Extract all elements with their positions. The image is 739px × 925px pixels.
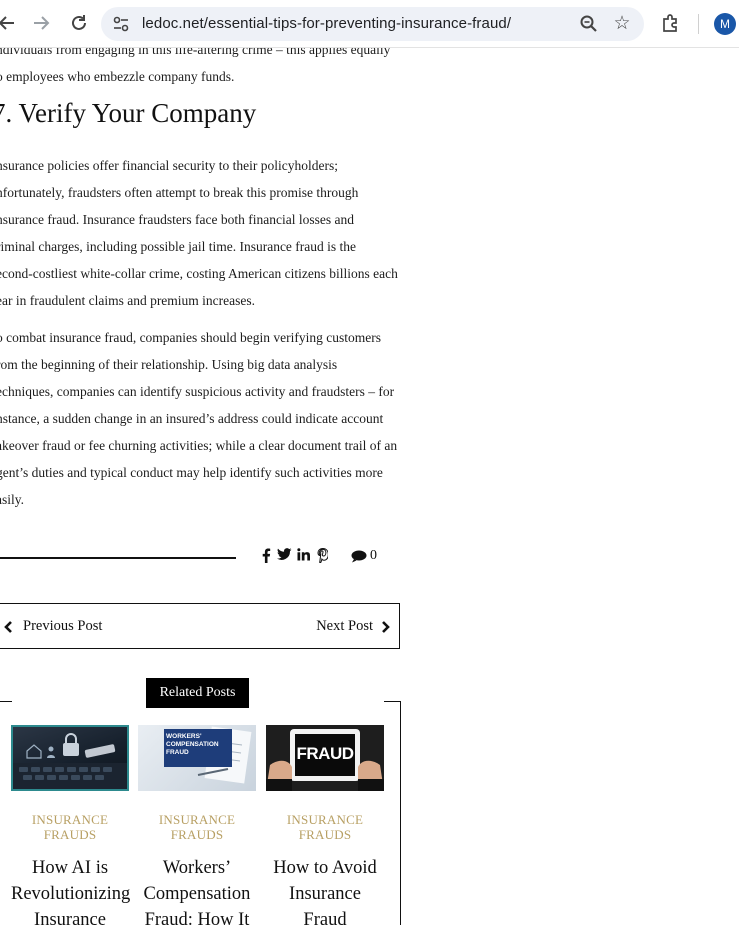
related-post-thumbnail[interactable]: WORKERS' COMPENSATION FRAUD	[138, 725, 256, 791]
article-text-line: echniques, companies can identify suspic…	[0, 384, 395, 399]
category-line: FRAUDS	[170, 827, 224, 842]
bookmark-star-icon[interactable]: ☆	[611, 13, 633, 35]
section-heading: 7. Verify Your Company	[0, 98, 257, 128]
reload-icon[interactable]	[66, 10, 92, 36]
title-line: Revolutionizing	[11, 884, 131, 904]
related-post-thumbnail[interactable]: FRAUD	[266, 725, 384, 791]
related-post-card[interactable]: WORKERS' COMPENSATION FRAUD INSURANCE FR…	[138, 725, 256, 925]
url-text[interactable]: ledoc.net/essential-tips-for-preventing-…	[142, 15, 511, 32]
article-text-line: nfortunately, fraudsters often attempt t…	[0, 185, 359, 200]
comment-icon	[351, 550, 367, 562]
thumb-caption: FRAUD	[296, 744, 355, 763]
article-text-line: econd-costliest white-collar crime, cost…	[0, 266, 398, 281]
article-text-line: gent’s duties and typical conduct may he…	[0, 465, 383, 480]
previous-post-link[interactable]: Previous Post	[3, 618, 102, 635]
related-post-thumbnail[interactable]	[11, 725, 129, 791]
next-post-link[interactable]: Next Post	[316, 618, 391, 635]
forward-arrow-icon[interactable]	[28, 10, 54, 36]
thumb-caption: COMPENSATION	[166, 741, 219, 748]
related-post-title[interactable]: How to Avoid Insurance Fraud	[266, 855, 384, 925]
back-arrow-icon[interactable]	[0, 10, 20, 36]
related-post-title[interactable]: How AI is Revolutionizing Insurance	[11, 855, 131, 925]
article-text-line: ear in fraudulent claims and premium inc…	[0, 293, 256, 308]
category-line: INSURANCE	[286, 812, 364, 827]
article-text-line: nstance, a sudden change in an insured’s…	[0, 411, 384, 426]
title-line: Insurance	[289, 884, 361, 904]
comment-count[interactable]: 0	[351, 548, 377, 564]
title-line: Insurance	[34, 910, 106, 925]
site-info-icon[interactable]	[111, 14, 131, 34]
article-text-line: rom the beginning of their relationship.…	[0, 357, 338, 372]
title-line: Compensation	[143, 884, 251, 904]
comment-count-value: 0	[370, 548, 377, 563]
article-text-line: nsurance fraud. Insurance fraudsters fac…	[0, 212, 354, 227]
chevron-right-icon	[382, 620, 390, 633]
related-post-category[interactable]: INSURANCE FRAUDS	[138, 812, 256, 842]
category-line: INSURANCE	[158, 812, 236, 827]
twitter-icon[interactable]	[277, 548, 292, 561]
profile-avatar[interactable]: M	[714, 13, 736, 35]
toolbar-divider	[698, 14, 699, 34]
related-post-card[interactable]: INSURANCE FRAUDS How AI is Revolutionizi…	[11, 725, 131, 925]
title-line: Fraud: How It	[144, 910, 250, 925]
article-text-line: nsurance policies offer financial securi…	[0, 158, 339, 173]
article-text-line: riminal charges, including possible jail…	[0, 239, 357, 254]
pinterest-icon[interactable]	[317, 548, 328, 563]
thumb-caption: WORKERS'	[166, 733, 202, 740]
related-post-title[interactable]: Workers’ Compensation Fraud: How It	[138, 855, 256, 925]
chevron-left-icon	[4, 620, 12, 633]
thumb-caption: FRAUD	[166, 749, 189, 756]
title-line: Workers’	[162, 858, 232, 878]
article-text-line: asily.	[0, 492, 24, 507]
previous-post-label: Previous Post	[23, 618, 103, 634]
browser-toolbar: ledoc.net/essential-tips-for-preventing-…	[0, 0, 739, 48]
address-bar[interactable]: ledoc.net/essential-tips-for-preventing-…	[101, 7, 644, 41]
article-text-line: o employees who embezzle company funds.	[0, 69, 235, 84]
next-post-label: Next Post	[316, 618, 373, 634]
title-line: How AI is	[31, 858, 109, 878]
category-line: FRAUDS	[43, 827, 97, 842]
related-post-card[interactable]: FRAUD INSURANCE FRAUDS How to Avoid Insu…	[266, 725, 384, 925]
facebook-icon[interactable]	[261, 548, 271, 563]
post-navigation: Previous Post Next Post	[0, 603, 400, 649]
category-line: INSURANCE	[31, 812, 109, 827]
extensions-icon[interactable]	[660, 13, 682, 35]
zoom-icon[interactable]	[579, 14, 599, 34]
category-line: FRAUDS	[298, 827, 352, 842]
related-post-category[interactable]: INSURANCE FRAUDS	[11, 812, 129, 842]
related-posts-title: Related Posts	[146, 678, 249, 708]
related-post-category[interactable]: INSURANCE FRAUDS	[266, 812, 384, 842]
linkedin-icon[interactable]	[297, 548, 310, 561]
article-text-line: ndividuals from engaging in this life-al…	[0, 48, 391, 57]
share-divider	[0, 557, 236, 559]
article-content: ndividuals from engaging in this life-al…	[0, 48, 739, 925]
article-text-line: o combat insurance fraud, companies shou…	[0, 330, 382, 345]
title-line: Fraud	[303, 910, 347, 925]
article-text-line: akeover fraud or fee churning activities…	[0, 438, 398, 453]
title-line: How to Avoid	[273, 858, 377, 878]
